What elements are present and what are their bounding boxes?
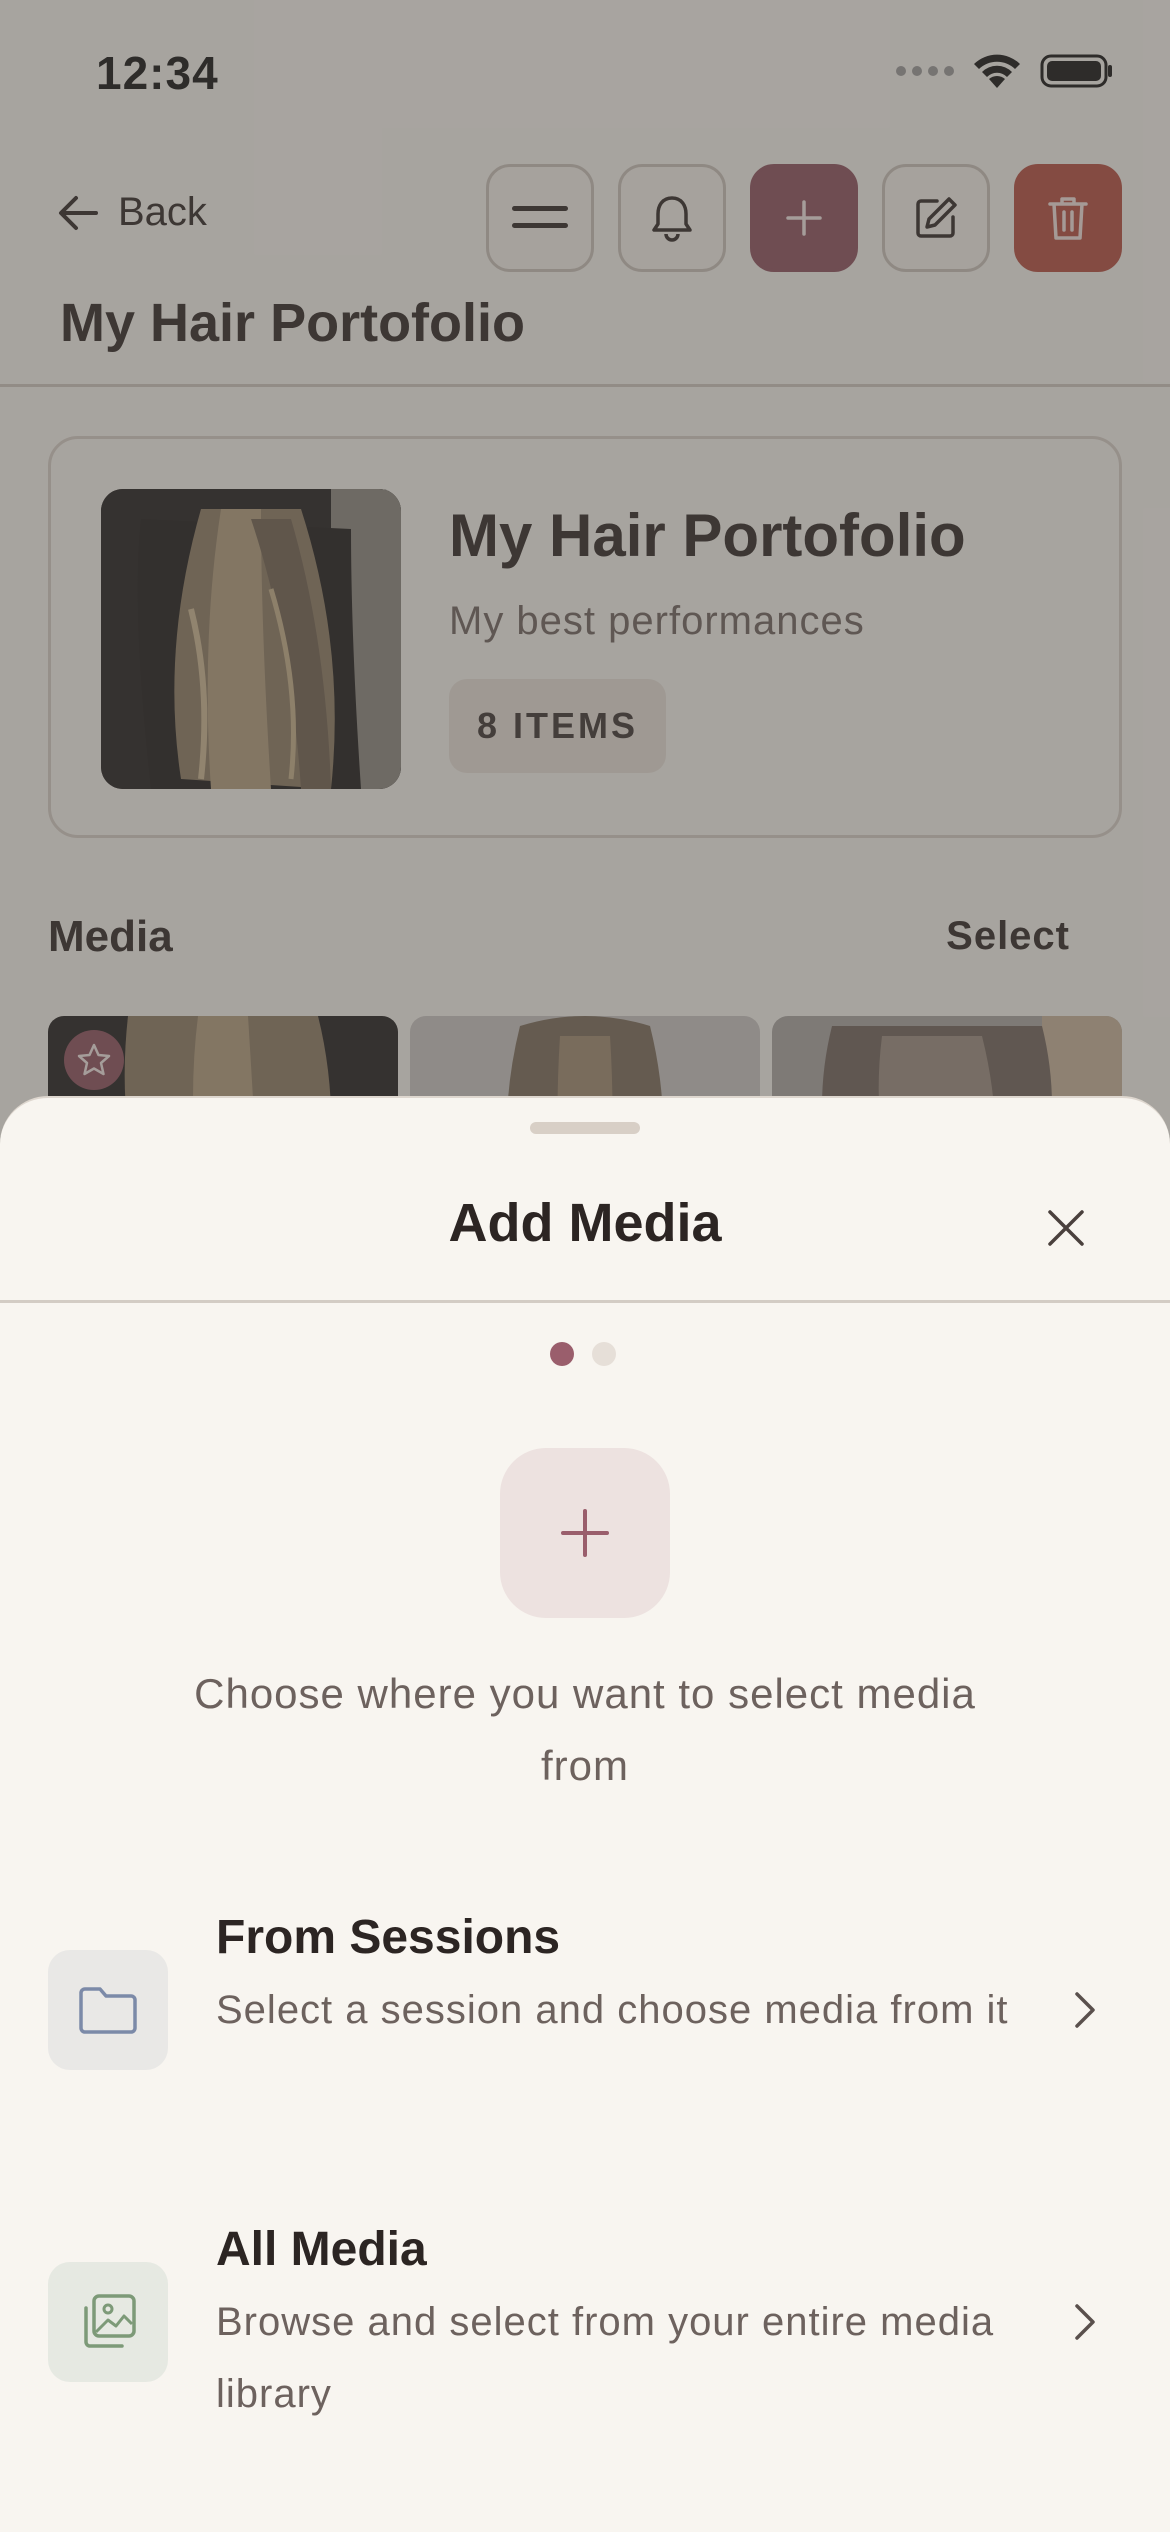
- step-dot: [592, 1342, 616, 1366]
- add-media-sheet: Add Media Choose where you want to selec…: [0, 1096, 1170, 2532]
- gallery-icon: [84, 2294, 136, 2348]
- option-title: All Media: [216, 2223, 427, 2276]
- close-icon: [1048, 1210, 1084, 1246]
- option-description: Browse and select from your entire media…: [216, 2300, 995, 2416]
- option-description: Select a session and choose media from i…: [216, 1988, 1009, 2032]
- sheet-drag-handle[interactable]: [530, 1122, 640, 1134]
- sheet-prompt: Choose where you want to select media fr…: [194, 1670, 976, 1789]
- step-dot-active: [550, 1342, 574, 1366]
- sheet-divider: [0, 1300, 1170, 1303]
- folder-icon: [79, 1987, 137, 2034]
- option-from-sessions[interactable]: From Sessions Select a session and choos…: [0, 1894, 1170, 2134]
- chevron-right-icon: [1060, 2297, 1110, 2347]
- app-screen: 12:34 Back My Hair Portofolio My Hair Po…: [0, 0, 1170, 2532]
- folder-icon-tile: [48, 1950, 168, 2070]
- plus-icon: [561, 1509, 609, 1557]
- add-media-illustration: [500, 1448, 670, 1618]
- step-indicator: [550, 1342, 616, 1366]
- option-all-media[interactable]: All Media Browse and select from your en…: [0, 2206, 1170, 2446]
- chevron-right-icon: [1060, 1985, 1110, 2035]
- option-title: From Sessions: [216, 1911, 561, 1964]
- gallery-icon-tile: [48, 2262, 168, 2382]
- sheet-title: Add Media: [448, 1193, 722, 1253]
- close-button[interactable]: [1036, 1198, 1096, 1258]
